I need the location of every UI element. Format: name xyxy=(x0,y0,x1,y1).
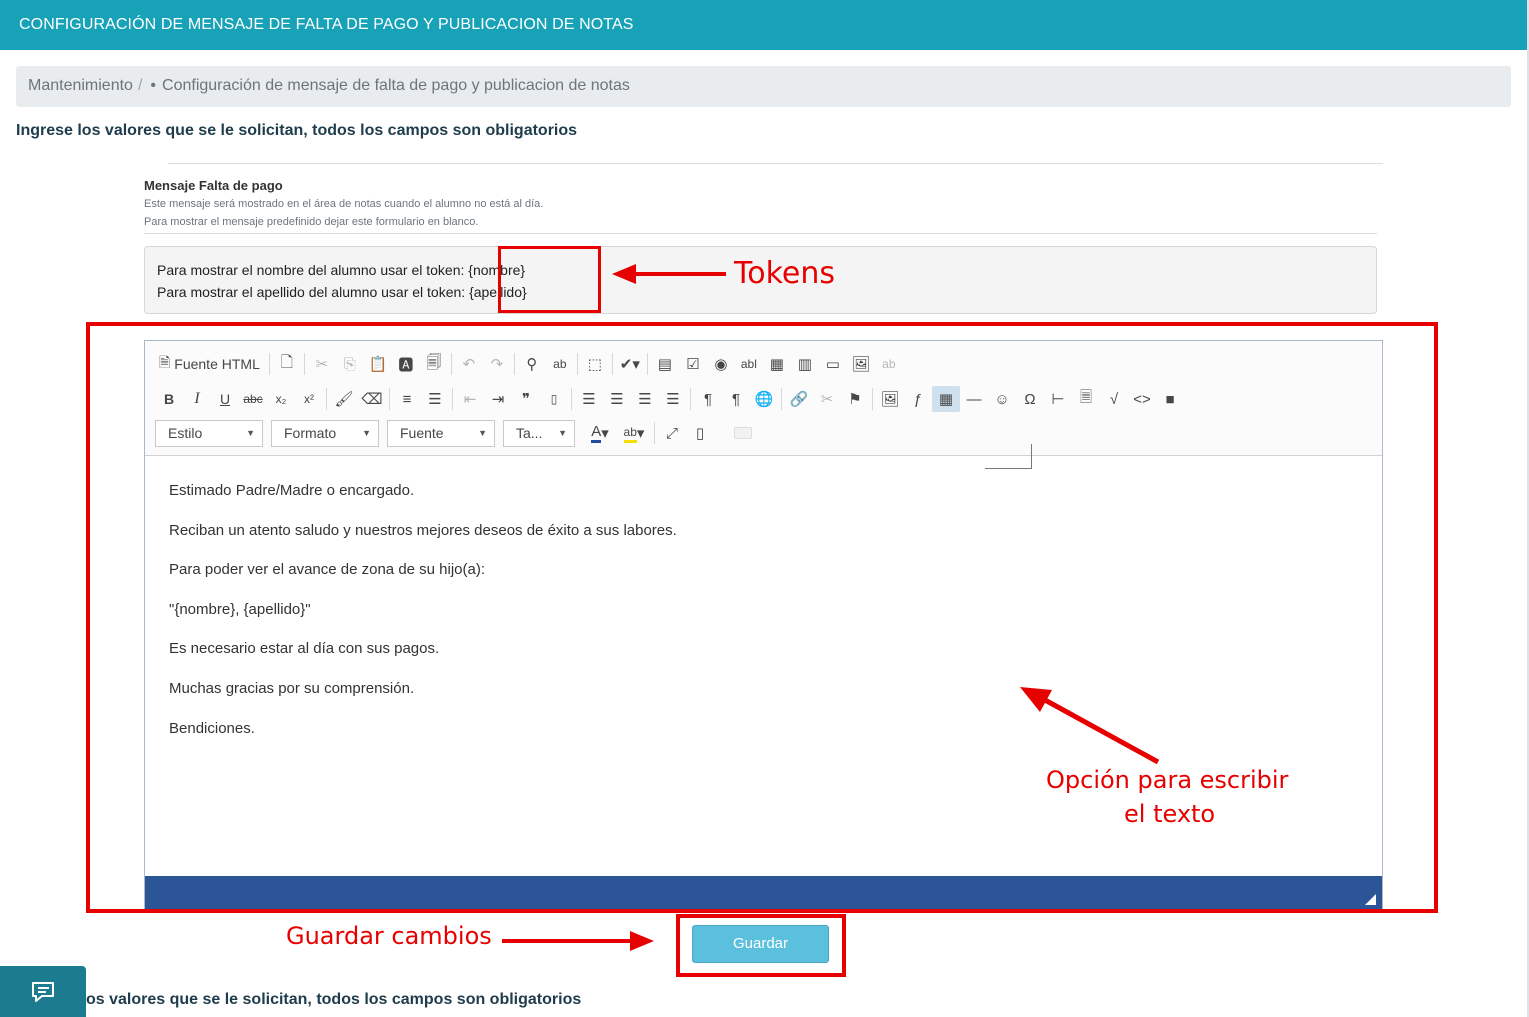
arrow-save xyxy=(502,931,654,951)
breadcrumb-bullet: • xyxy=(150,77,157,94)
divider xyxy=(168,163,1383,164)
token-line-text: Para mostrar el nombre del alumno usar e… xyxy=(157,262,469,278)
annotation-box-editor xyxy=(86,322,1438,913)
annotation-label-editor-line1: Opción para escribir xyxy=(1046,766,1289,794)
breadcrumb-item-current: Configuración de mensaje de falta de pag… xyxy=(162,77,630,94)
instructions-text-bottom: os valores que se le solicitan, todos lo… xyxy=(86,991,582,1008)
annotation-label-tokens: Tokens xyxy=(734,256,835,291)
annotation-box-tokens xyxy=(498,246,601,313)
field-help-line1: Este mensaje será mostrado en el área de… xyxy=(144,198,544,210)
annotation-label-editor-line2: el texto xyxy=(1124,800,1216,828)
breadcrumb-separator: / xyxy=(137,77,143,94)
chat-widget-button[interactable] xyxy=(0,966,86,1017)
chat-icon xyxy=(32,981,54,1002)
breadcrumb-item-mantenimiento[interactable]: Mantenimiento xyxy=(28,77,133,94)
field-title: Mensaje Falta de pago xyxy=(144,178,283,193)
field-help-line2: Para mostrar el mensaje predefinido deja… xyxy=(144,216,479,228)
divider xyxy=(144,233,1377,234)
breadcrumb: Mantenimiento / • Configuración de mensaje … xyxy=(16,66,1511,107)
annotation-box-save xyxy=(676,914,846,977)
instructions-text: Ingrese los valores que se le solicitan,… xyxy=(16,122,578,139)
page-header: CONFIGURACIÓN DE MENSAJE DE FALTA DE PAG… xyxy=(0,0,1527,50)
token-line-text: Para mostrar el apellido del alumno usar… xyxy=(157,284,470,300)
annotation-label-save: Guardar cambios xyxy=(286,922,492,950)
